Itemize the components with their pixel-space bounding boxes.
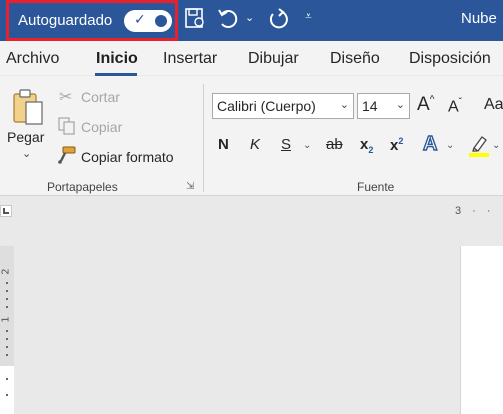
tab-disposicion[interactable]: Disposición [409, 50, 491, 68]
ribbon-tabs: Archivo Inicio Insertar Dibujar Diseño D… [0, 41, 503, 75]
font-size-value: 14 [362, 98, 378, 114]
vertical-ruler-number: 2 [0, 268, 12, 275]
group-separator [203, 84, 204, 192]
cut-button[interactable]: Cortar [81, 89, 120, 105]
font-name-value: Calibri (Cuerpo) [217, 98, 316, 114]
font-group-label: Fuente [357, 180, 395, 194]
tab-archivo[interactable]: Archivo [6, 50, 59, 68]
format-painter-button[interactable]: Copiar formato [81, 149, 174, 165]
horizontal-ruler-marks: 3 · · · · [455, 205, 503, 217]
ruler-tick [6, 290, 8, 292]
autosave-toggle[interactable]: ✓ [124, 10, 172, 32]
undo-dropdown-chevron-icon[interactable]: ⌄ [245, 11, 254, 24]
toggle-knob [155, 15, 167, 27]
grow-font-button[interactable]: A^ [417, 94, 434, 116]
undo-icon[interactable] [216, 6, 240, 34]
customize-qat-icon[interactable]: ⩡ [305, 9, 312, 24]
italic-button[interactable]: K [250, 136, 260, 153]
highlighter-dropdown-chevron-icon[interactable]: ⌄ [492, 140, 500, 151]
tab-diseno[interactable]: Diseño [330, 50, 380, 68]
superscript-button[interactable]: x2 [390, 136, 403, 154]
tab-insertar[interactable]: Insertar [163, 50, 217, 68]
tab-selector-icon[interactable] [0, 205, 12, 217]
highlighter-icon[interactable] [468, 134, 490, 162]
ruler-tick [6, 306, 8, 308]
font-size-combo[interactable]: 14 ⌄ [357, 93, 410, 119]
underline-button[interactable]: S [281, 136, 291, 153]
caret-down-icon: ˇ [458, 97, 463, 108]
autosave-label: Autoguardado [18, 12, 113, 29]
horizontal-ruler[interactable] [0, 197, 503, 224]
grow-font-glyph: A [417, 94, 430, 115]
check-icon: ✓ [134, 12, 146, 28]
document-page[interactable] [460, 246, 503, 414]
save-sync-icon[interactable] [184, 7, 206, 33]
subscript-button[interactable]: x2 [360, 136, 373, 155]
clipboard-group-label: Portapapeles [47, 180, 118, 194]
autosave-highlight: Autoguardado ✓ [6, 0, 178, 41]
ruler-tick [6, 282, 8, 284]
vertical-ruler-number: 1 [0, 316, 12, 323]
tab-dibujar[interactable]: Dibujar [248, 50, 299, 68]
ruler-tick [6, 298, 8, 300]
text-effects-dropdown-chevron-icon[interactable]: ⌄ [446, 140, 454, 151]
ruler-tick [6, 346, 8, 348]
ruler-tick [6, 338, 8, 340]
text-effects-button[interactable]: A [422, 132, 438, 156]
ruler-tick [6, 354, 8, 356]
paste-dropdown-chevron-icon[interactable]: ⌄ [22, 147, 31, 160]
ruler-tick [6, 378, 8, 380]
bold-button[interactable]: N [218, 136, 229, 153]
scissors-icon: ✂ [59, 87, 73, 106]
strikethrough-button[interactable]: ab [326, 136, 343, 153]
chevron-down-icon: ⌄ [339, 98, 349, 111]
tab-inicio[interactable]: Inicio [96, 50, 138, 68]
shrink-font-button[interactable]: Aˇ [448, 97, 462, 116]
caret-up-icon: ^ [429, 94, 435, 106]
underline-dropdown-chevron-icon[interactable]: ⌄ [303, 140, 311, 151]
format-painter-icon [57, 146, 77, 168]
subscript-mark: 2 [368, 145, 374, 155]
title-bar: Autoguardado ✓ ⌄ ⩡ Nube [0, 0, 503, 41]
shrink-font-glyph: A [448, 98, 459, 116]
chevron-down-icon: ⌄ [395, 98, 405, 111]
copy-icon [58, 117, 76, 139]
cloud-label: Nube [461, 10, 497, 27]
paste-clipboard-icon[interactable] [12, 88, 46, 126]
clipboard-dialog-launcher-icon[interactable]: ⇲ [186, 181, 194, 192]
redo-icon[interactable] [266, 6, 290, 34]
ruler-tick [6, 330, 8, 332]
paste-button[interactable]: Pegar [7, 129, 44, 145]
copy-button[interactable]: Copiar [81, 119, 122, 135]
change-case-button[interactable]: Aa [484, 96, 503, 114]
superscript-mark: 2 [398, 136, 404, 146]
font-name-combo[interactable]: Calibri (Cuerpo) ⌄ [212, 93, 354, 119]
ruler-tick [6, 394, 8, 396]
